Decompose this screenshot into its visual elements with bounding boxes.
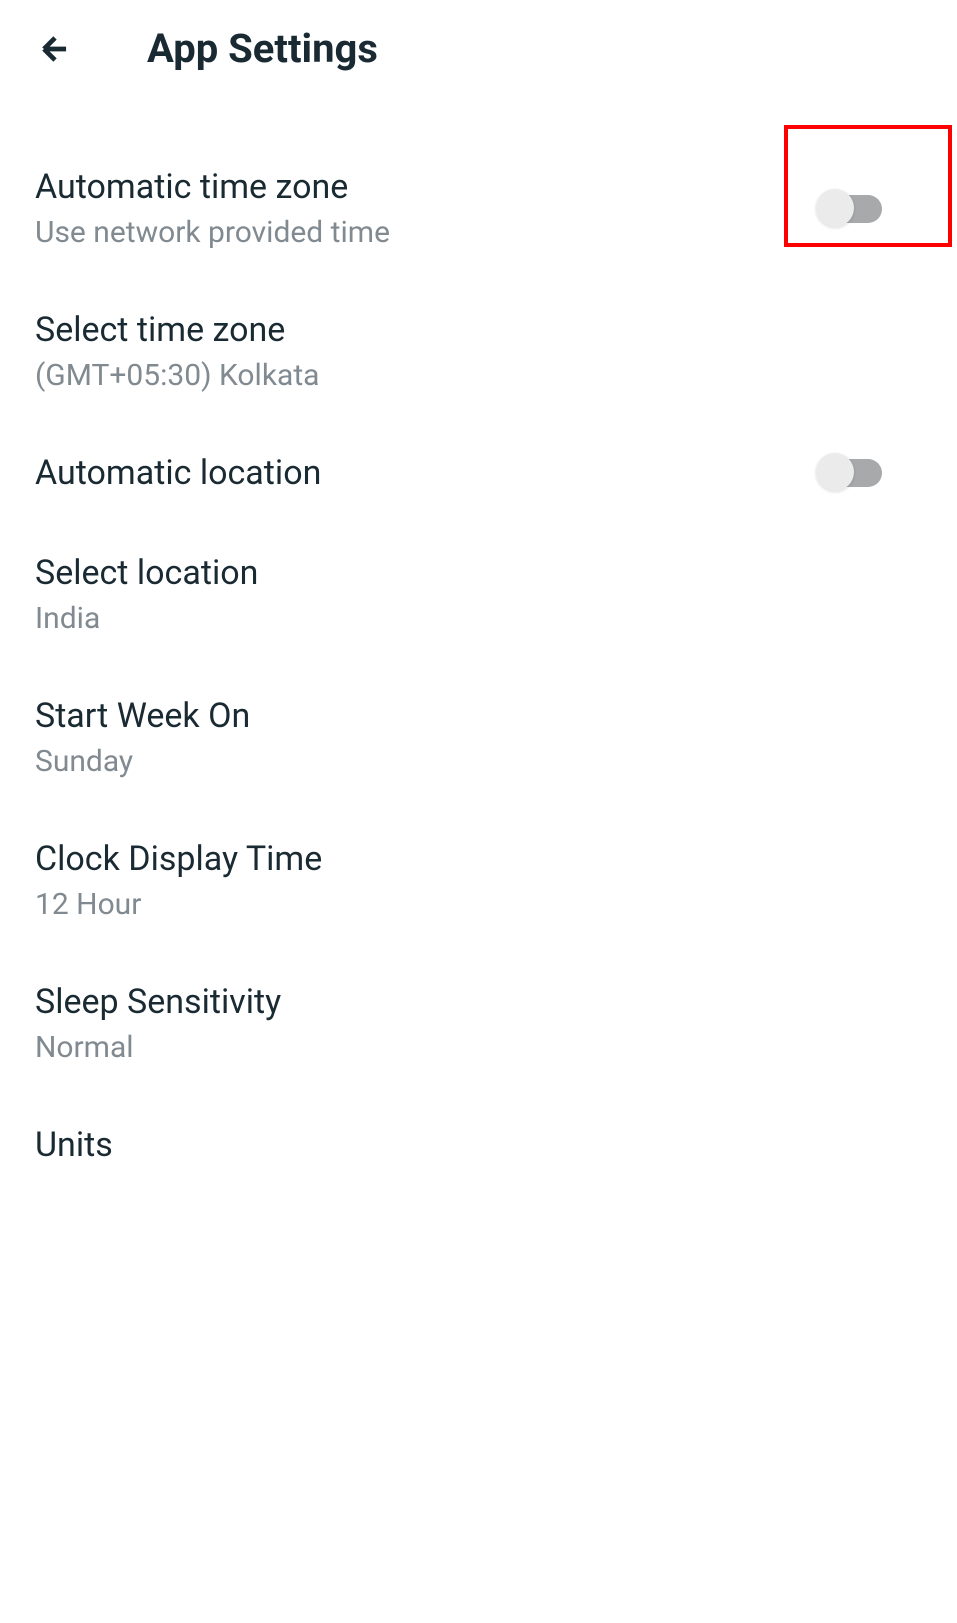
setting-label: Clock Display Time	[35, 839, 322, 879]
toggle-wrap	[780, 459, 922, 487]
setting-sublabel: (GMT+05:30) Kolkata	[35, 358, 319, 393]
setting-sleep-sensitivity[interactable]: Sleep Sensitivity Normal	[35, 952, 922, 1095]
automatic-time-zone-toggle[interactable]	[820, 195, 882, 223]
setting-text: Units	[35, 1125, 113, 1165]
setting-automatic-time-zone[interactable]: Automatic time zone Use network provided…	[35, 137, 922, 280]
setting-sublabel: India	[35, 601, 258, 636]
setting-text: Clock Display Time 12 Hour	[35, 839, 322, 922]
setting-label: Select location	[35, 553, 258, 593]
setting-label: Sleep Sensitivity	[35, 982, 281, 1022]
highlight-box	[784, 125, 952, 247]
page-title: App Settings	[147, 25, 378, 72]
toggle-knob	[816, 453, 854, 491]
setting-label: Select time zone	[35, 310, 319, 350]
toggle-knob	[816, 189, 854, 227]
setting-text: Select location India	[35, 553, 258, 636]
setting-units[interactable]: Units	[35, 1095, 922, 1195]
setting-label: Start Week On	[35, 696, 250, 736]
toggle-wrap	[780, 195, 922, 223]
setting-text: Automatic location	[35, 453, 321, 493]
setting-label: Automatic time zone	[35, 167, 390, 207]
setting-text: Sleep Sensitivity Normal	[35, 982, 281, 1065]
setting-sublabel: Sunday	[35, 744, 250, 779]
setting-sublabel: 12 Hour	[35, 887, 322, 922]
automatic-location-toggle[interactable]	[820, 459, 882, 487]
setting-text: Automatic time zone Use network provided…	[35, 167, 390, 250]
setting-label: Units	[35, 1125, 113, 1165]
setting-sublabel: Normal	[35, 1030, 281, 1065]
setting-select-time-zone[interactable]: Select time zone (GMT+05:30) Kolkata	[35, 280, 922, 423]
back-arrow-icon[interactable]	[35, 29, 75, 69]
setting-label: Automatic location	[35, 453, 321, 493]
setting-start-week-on[interactable]: Start Week On Sunday	[35, 666, 922, 809]
setting-text: Select time zone (GMT+05:30) Kolkata	[35, 310, 319, 393]
setting-clock-display-time[interactable]: Clock Display Time 12 Hour	[35, 809, 922, 952]
setting-text: Start Week On Sunday	[35, 696, 250, 779]
settings-list: Automatic time zone Use network provided…	[0, 97, 957, 1195]
setting-sublabel: Use network provided time	[35, 215, 390, 250]
header: App Settings	[0, 0, 957, 97]
setting-select-location[interactable]: Select location India	[35, 523, 922, 666]
setting-automatic-location[interactable]: Automatic location	[35, 423, 922, 523]
